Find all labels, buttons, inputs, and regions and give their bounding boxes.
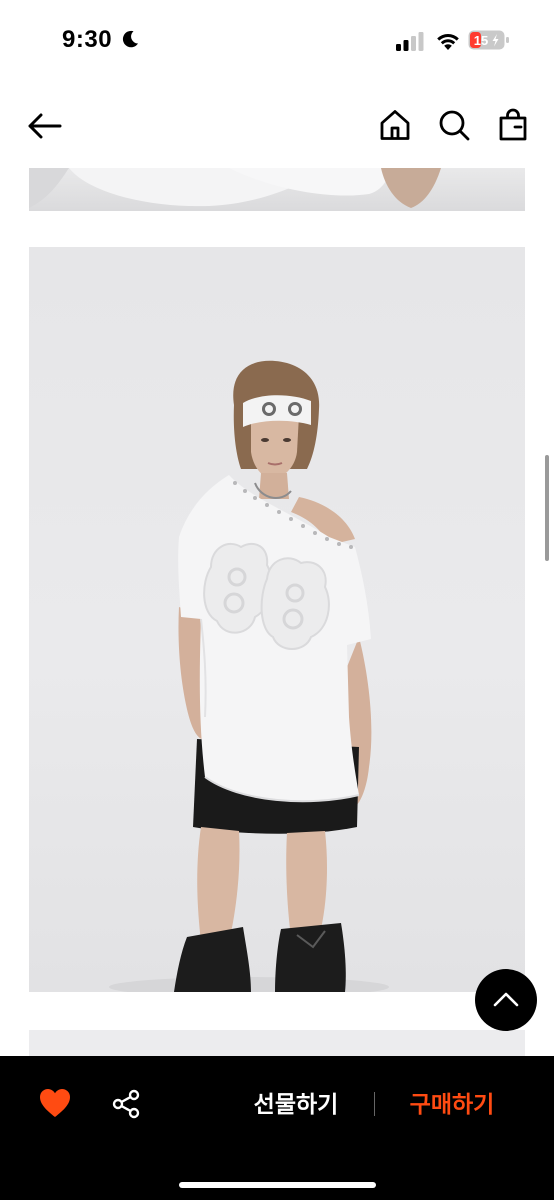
product-detail-screen: 9:30 15 선물하기 구매하기 xyxy=(0,0,554,1200)
status-time: 9:30 xyxy=(62,26,113,53)
search-icon[interactable] xyxy=(437,108,471,142)
battery-level: 15 xyxy=(474,33,488,48)
share-icon[interactable] xyxy=(111,1089,141,1119)
battery-icon: 15 xyxy=(468,30,509,50)
chevron-up-icon xyxy=(493,992,519,1007)
action-divider xyxy=(374,1092,375,1116)
wifi-icon xyxy=(437,33,459,50)
gift-button[interactable]: 선물하기 xyxy=(240,1086,352,1122)
product-photo-top-partial xyxy=(29,168,525,211)
scrollbar-thumb[interactable] xyxy=(545,455,549,561)
shopping-bag-icon[interactable] xyxy=(497,108,529,142)
home-indicator xyxy=(179,1182,376,1188)
moon-icon xyxy=(122,30,138,48)
scroll-to-top-button[interactable] xyxy=(475,969,537,1031)
buy-button[interactable]: 구매하기 xyxy=(396,1086,508,1122)
status-bar: 9:30 15 xyxy=(0,0,554,84)
home-icon[interactable] xyxy=(378,108,412,142)
heart-icon[interactable] xyxy=(38,1087,72,1119)
signal-icon xyxy=(396,32,424,51)
bottom-action-bar: 선물하기 구매하기 xyxy=(0,1056,554,1200)
product-photo-model-white-tee xyxy=(29,247,525,992)
nav-bar xyxy=(0,96,554,156)
back-arrow-icon[interactable] xyxy=(26,110,64,142)
